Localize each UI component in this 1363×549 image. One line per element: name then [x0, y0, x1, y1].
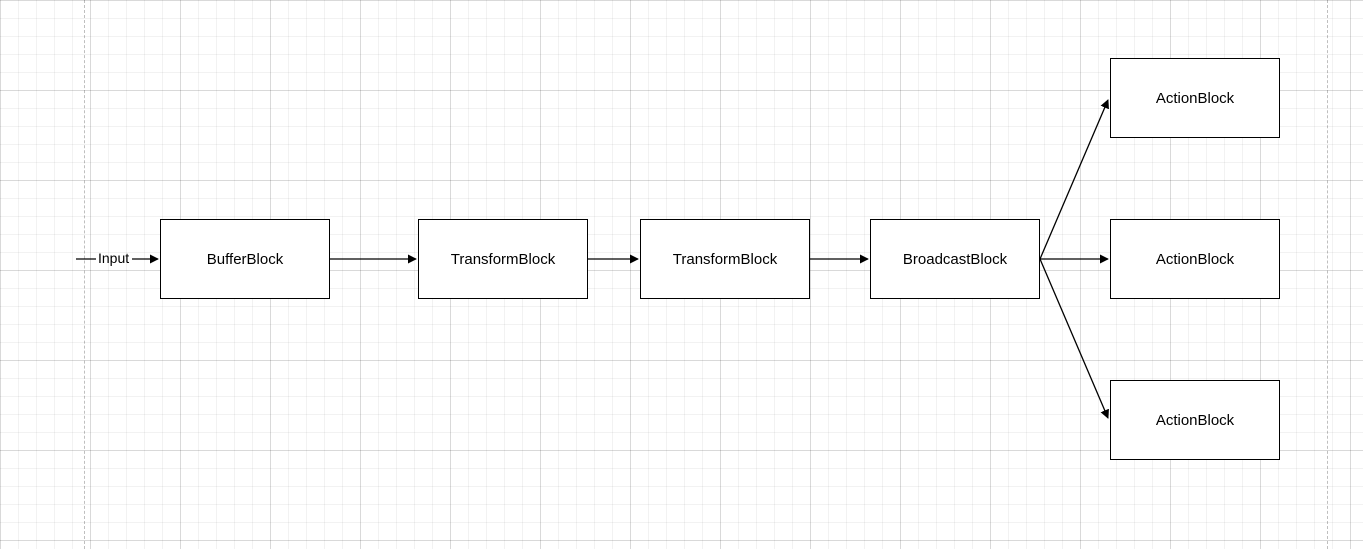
- block-buffer-label: BufferBlock: [207, 251, 283, 268]
- block-action-1-label: ActionBlock: [1156, 90, 1234, 107]
- page-guide-left: [84, 0, 85, 549]
- page-guide-right: [1327, 0, 1328, 549]
- block-action-3[interactable]: ActionBlock: [1110, 380, 1280, 460]
- block-transform-2[interactable]: TransformBlock: [640, 219, 810, 299]
- diagram-canvas[interactable]: Input BufferBlock TransformBlock Transfo…: [0, 0, 1363, 549]
- block-broadcast-label: BroadcastBlock: [903, 251, 1007, 268]
- block-action-3-label: ActionBlock: [1156, 412, 1234, 429]
- block-buffer[interactable]: BufferBlock: [160, 219, 330, 299]
- block-transform-1-label: TransformBlock: [451, 251, 555, 268]
- block-broadcast[interactable]: BroadcastBlock: [870, 219, 1040, 299]
- input-label[interactable]: Input: [98, 250, 129, 266]
- block-transform-2-label: TransformBlock: [673, 251, 777, 268]
- block-action-2[interactable]: ActionBlock: [1110, 219, 1280, 299]
- block-transform-1[interactable]: TransformBlock: [418, 219, 588, 299]
- block-action-2-label: ActionBlock: [1156, 251, 1234, 268]
- block-action-1[interactable]: ActionBlock: [1110, 58, 1280, 138]
